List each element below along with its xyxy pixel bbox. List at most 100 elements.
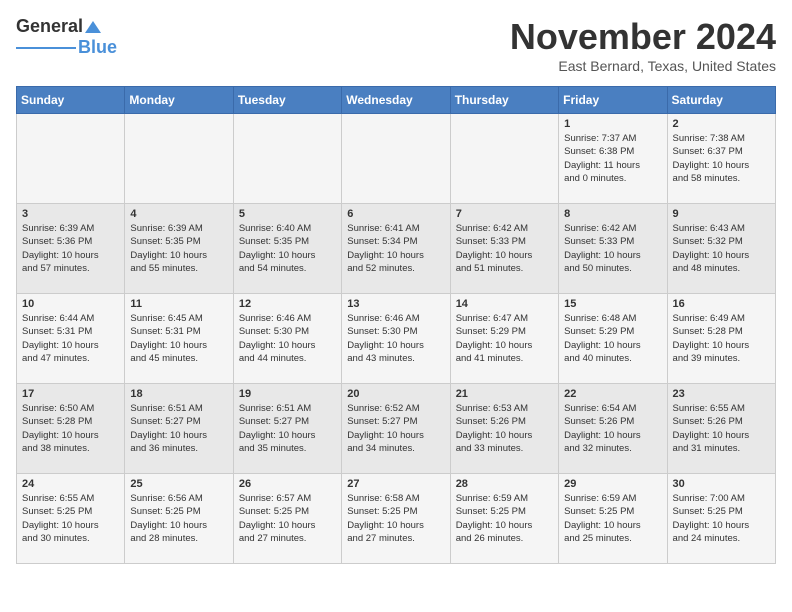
calendar-day-cell: 23 Sunrise: 6:55 AM Sunset: 5:26 PM Dayli… [667, 384, 775, 474]
day-number: 26 [239, 478, 336, 490]
day-info: Sunrise: 6:55 AM Sunset: 5:26 PM Dayligh… [673, 402, 770, 455]
calendar-day-cell: 30 Sunrise: 7:00 AM Sunset: 5:25 PM Dayli… [667, 474, 775, 564]
calendar-day-cell: 4Sunrise: 6:39 AM Sunset: 5:35 PM Daylig… [125, 204, 233, 294]
day-info: Sunrise: 7:00 AM Sunset: 5:25 PM Dayligh… [673, 492, 770, 545]
day-number: 16 [673, 298, 770, 310]
day-number: 6 [347, 208, 444, 220]
calendar-day-cell: 22Sunrise: 6:54 AM Sunset: 5:26 PM Dayli… [559, 384, 667, 474]
calendar-day-cell [450, 114, 558, 204]
day-info: Sunrise: 7:38 AM Sunset: 6:37 PM Dayligh… [673, 132, 770, 185]
day-info: Sunrise: 6:48 AM Sunset: 5:29 PM Dayligh… [564, 312, 661, 365]
day-number: 18 [130, 388, 227, 400]
calendar-day-cell: 10Sunrise: 6:44 AM Sunset: 5:31 PM Dayli… [17, 294, 125, 384]
month-title: November 2024 [510, 16, 776, 58]
calendar-day-cell: 19 Sunrise: 6:51 AM Sunset: 5:27 PM Dayli… [233, 384, 341, 474]
calendar-header-row: SundayMondayTuesdayWednesdayThursdayFrid… [17, 87, 776, 114]
calendar-day-cell: 11Sunrise: 6:45 AM Sunset: 5:31 PM Dayli… [125, 294, 233, 384]
day-number: 3 [22, 208, 119, 220]
day-number: 8 [564, 208, 661, 220]
calendar-day-cell: 8 Sunrise: 6:42 AM Sunset: 5:33 PM Daylig… [559, 204, 667, 294]
weekday-header: Friday [559, 87, 667, 114]
calendar-day-cell [17, 114, 125, 204]
day-info: Sunrise: 6:44 AM Sunset: 5:31 PM Dayligh… [22, 312, 119, 365]
logo: General Blue [16, 16, 117, 58]
day-number: 20 [347, 388, 444, 400]
day-number: 11 [130, 298, 227, 310]
logo-general-text: General [16, 16, 83, 37]
day-info: Sunrise: 6:51 AM Sunset: 5:27 PM Dayligh… [130, 402, 227, 455]
logo-divider [16, 47, 76, 49]
calendar-day-cell: 12Sunrise: 6:46 AM Sunset: 5:30 PM Dayli… [233, 294, 341, 384]
calendar-table: SundayMondayTuesdayWednesdayThursdayFrid… [16, 86, 776, 564]
day-number: 30 [673, 478, 770, 490]
day-number: 17 [22, 388, 119, 400]
calendar-day-cell: 26 Sunrise: 6:57 AM Sunset: 5:25 PM Dayli… [233, 474, 341, 564]
logo-blue-text: Blue [78, 37, 117, 58]
day-info: Sunrise: 6:57 AM Sunset: 5:25 PM Dayligh… [239, 492, 336, 545]
weekday-header: Sunday [17, 87, 125, 114]
day-info: Sunrise: 6:40 AM Sunset: 5:35 PM Dayligh… [239, 222, 336, 275]
calendar-day-cell: 16Sunrise: 6:49 AM Sunset: 5:28 PM Dayli… [667, 294, 775, 384]
location: East Bernard, Texas, United States [510, 58, 776, 74]
day-info: Sunrise: 6:42 AM Sunset: 5:33 PM Dayligh… [456, 222, 553, 275]
title-block: November 2024 East Bernard, Texas, Unite… [510, 16, 776, 74]
day-number: 27 [347, 478, 444, 490]
day-number: 15 [564, 298, 661, 310]
calendar-day-cell: 24Sunrise: 6:55 AM Sunset: 5:25 PM Dayli… [17, 474, 125, 564]
calendar-day-cell [125, 114, 233, 204]
day-number: 23 [673, 388, 770, 400]
day-number: 5 [239, 208, 336, 220]
calendar-day-cell: 6 Sunrise: 6:41 AM Sunset: 5:34 PM Daylig… [342, 204, 450, 294]
day-number: 7 [456, 208, 553, 220]
day-info: Sunrise: 6:51 AM Sunset: 5:27 PM Dayligh… [239, 402, 336, 455]
calendar-day-cell: 21Sunrise: 6:53 AM Sunset: 5:26 PM Dayli… [450, 384, 558, 474]
day-info: Sunrise: 6:59 AM Sunset: 5:25 PM Dayligh… [564, 492, 661, 545]
day-number: 1 [564, 118, 661, 130]
page-header: General Blue November 2024 East Bernard,… [16, 16, 776, 74]
day-number: 4 [130, 208, 227, 220]
calendar-week-row: 17 Sunrise: 6:50 AM Sunset: 5:28 PM Dayli… [17, 384, 776, 474]
day-info: Sunrise: 6:55 AM Sunset: 5:25 PM Dayligh… [22, 492, 119, 545]
calendar-day-cell [342, 114, 450, 204]
calendar-day-cell: 17 Sunrise: 6:50 AM Sunset: 5:28 PM Dayli… [17, 384, 125, 474]
day-number: 21 [456, 388, 553, 400]
day-info: Sunrise: 6:39 AM Sunset: 5:36 PM Dayligh… [22, 222, 119, 275]
calendar-day-cell: 7 Sunrise: 6:42 AM Sunset: 5:33 PM Daylig… [450, 204, 558, 294]
day-number: 13 [347, 298, 444, 310]
day-info: Sunrise: 6:42 AM Sunset: 5:33 PM Dayligh… [564, 222, 661, 275]
day-number: 28 [456, 478, 553, 490]
day-info: Sunrise: 6:56 AM Sunset: 5:25 PM Dayligh… [130, 492, 227, 545]
weekday-header: Thursday [450, 87, 558, 114]
calendar-week-row: 10Sunrise: 6:44 AM Sunset: 5:31 PM Dayli… [17, 294, 776, 384]
weekday-header: Wednesday [342, 87, 450, 114]
calendar-day-cell: 14 Sunrise: 6:47 AM Sunset: 5:29 PM Dayli… [450, 294, 558, 384]
day-info: Sunrise: 6:50 AM Sunset: 5:28 PM Dayligh… [22, 402, 119, 455]
calendar-day-cell: 27 Sunrise: 6:58 AM Sunset: 5:25 PM Dayli… [342, 474, 450, 564]
day-number: 19 [239, 388, 336, 400]
calendar-day-cell: 2Sunrise: 7:38 AM Sunset: 6:37 PM Daylig… [667, 114, 775, 204]
logo-triangle-icon [85, 19, 101, 35]
calendar-week-row: 1Sunrise: 7:37 AM Sunset: 6:38 PM Daylig… [17, 114, 776, 204]
calendar-week-row: 24Sunrise: 6:55 AM Sunset: 5:25 PM Dayli… [17, 474, 776, 564]
calendar-day-cell: 15 Sunrise: 6:48 AM Sunset: 5:29 PM Dayli… [559, 294, 667, 384]
day-info: Sunrise: 6:41 AM Sunset: 5:34 PM Dayligh… [347, 222, 444, 275]
calendar-day-cell: 29Sunrise: 6:59 AM Sunset: 5:25 PM Dayli… [559, 474, 667, 564]
day-number: 25 [130, 478, 227, 490]
day-number: 14 [456, 298, 553, 310]
calendar-day-cell: 9Sunrise: 6:43 AM Sunset: 5:32 PM Daylig… [667, 204, 775, 294]
calendar-day-cell: 1Sunrise: 7:37 AM Sunset: 6:38 PM Daylig… [559, 114, 667, 204]
day-info: Sunrise: 6:59 AM Sunset: 5:25 PM Dayligh… [456, 492, 553, 545]
calendar-day-cell: 13Sunrise: 6:46 AM Sunset: 5:30 PM Dayli… [342, 294, 450, 384]
calendar-day-cell: 20Sunrise: 6:52 AM Sunset: 5:27 PM Dayli… [342, 384, 450, 474]
day-info: Sunrise: 6:47 AM Sunset: 5:29 PM Dayligh… [456, 312, 553, 365]
day-number: 9 [673, 208, 770, 220]
day-info: Sunrise: 6:58 AM Sunset: 5:25 PM Dayligh… [347, 492, 444, 545]
calendar-week-row: 3 Sunrise: 6:39 AM Sunset: 5:36 PM Daylig… [17, 204, 776, 294]
weekday-header: Tuesday [233, 87, 341, 114]
day-number: 12 [239, 298, 336, 310]
weekday-header: Monday [125, 87, 233, 114]
calendar-day-cell: 25 Sunrise: 6:56 AM Sunset: 5:25 PM Dayli… [125, 474, 233, 564]
weekday-header: Saturday [667, 87, 775, 114]
calendar-day-cell: 28 Sunrise: 6:59 AM Sunset: 5:25 PM Dayli… [450, 474, 558, 564]
calendar-day-cell: 5 Sunrise: 6:40 AM Sunset: 5:35 PM Daylig… [233, 204, 341, 294]
